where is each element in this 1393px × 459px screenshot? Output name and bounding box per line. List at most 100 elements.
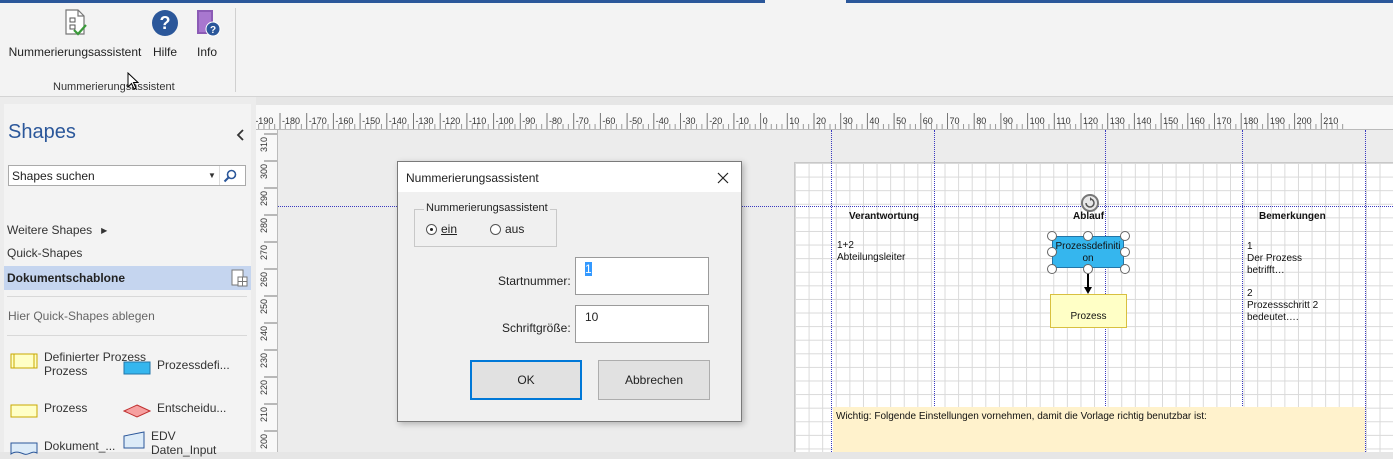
horizontal-ruler-scale: -190 -180 -170 -160 -150 -140 -130 -120 -110 -100…	[256, 113, 1344, 129]
divider	[7, 296, 247, 297]
ruler-label: -190	[256, 116, 273, 126]
ruler-label: 180	[1243, 116, 1258, 126]
search-icon[interactable]	[219, 166, 239, 185]
font-size-input[interactable]: 10	[575, 305, 709, 343]
ruler-label: 240	[259, 326, 269, 341]
ribbon-accent-bar	[0, 0, 765, 3]
shapes-search-input[interactable]	[9, 168, 205, 183]
start-number-input[interactable]: 1	[575, 257, 709, 295]
ruler-label: 140	[1136, 116, 1151, 126]
radio-circle-selected[interactable]	[426, 223, 437, 235]
ruler-label: -120	[442, 116, 460, 126]
quick-shapes-item[interactable]: Quick-Shapes	[7, 246, 82, 260]
radio-aus[interactable]: aus	[490, 222, 524, 236]
shapes-search[interactable]: ▼	[8, 165, 246, 186]
ruler-label: 210	[1323, 116, 1338, 126]
guide-line-vertical[interactable]	[1242, 130, 1243, 452]
numbering-wizard-dialog: Nummerierungsassistent Nummerierungsassi…	[397, 161, 742, 422]
selection-handle[interactable]	[1047, 231, 1057, 241]
dropdown-arrow-icon[interactable]: ▼	[205, 171, 219, 180]
stencil-label: Dokument_...	[44, 439, 116, 453]
data-input-shape-icon	[123, 431, 145, 449]
collapse-pane-button[interactable]	[236, 129, 246, 144]
ruler-label: -140	[389, 116, 407, 126]
responsibility-text[interactable]: 1+2 Abteilungsleiter	[837, 240, 905, 264]
remark-text-2[interactable]: 2 Prozessschritt 2 bedeutet….	[1247, 288, 1318, 324]
svg-text:?: ?	[210, 25, 216, 36]
shapes-pane-body: Shapes ▼ Weitere Shapes ▶ Quick-Shapes D…	[4, 104, 251, 457]
ruler-label: -20	[709, 116, 722, 126]
ruler-label: 200	[259, 434, 269, 449]
selection-handle[interactable]	[1120, 231, 1130, 241]
remark-text-1[interactable]: 1 Der Prozess betrifft…	[1247, 241, 1302, 277]
help-icon: ?	[150, 8, 180, 41]
selection-handle[interactable]	[1047, 264, 1057, 274]
ok-button[interactable]: OK	[470, 360, 582, 400]
ruler-label: 190	[1270, 116, 1285, 126]
shape-prozess[interactable]: Prozess	[1050, 294, 1127, 328]
stencil-prozess[interactable]: Prozess	[10, 401, 87, 418]
text-line: 2	[1247, 288, 1253, 299]
guide-line-vertical[interactable]	[934, 130, 935, 452]
info-book-icon: ?	[192, 8, 222, 41]
guide-line-vertical[interactable]	[831, 130, 832, 452]
stencil-dokument[interactable]: Dokument_...	[10, 439, 115, 456]
selection-handle[interactable]	[1120, 247, 1130, 257]
stencil-label: EDV Daten_Input	[151, 429, 217, 457]
rotation-handle[interactable]	[1081, 194, 1099, 212]
horizontal-ruler[interactable]: -190 -180 -170 -160 -150 -140 -130 -120 -110 -100…	[256, 105, 1393, 130]
dialog-title: Nummerierungsassistent	[406, 171, 539, 185]
stencil-entscheidung[interactable]: Entscheidu...	[122, 401, 227, 418]
ruler-label: -110	[469, 116, 486, 126]
column-header-verantwortung[interactable]: Verantwortung	[849, 211, 919, 222]
more-shapes-menu[interactable]: Weitere Shapes ▶	[7, 223, 107, 237]
dialog-titlebar[interactable]: Nummerierungsassistent	[398, 162, 741, 192]
guide-line-vertical[interactable]	[1105, 130, 1106, 452]
ruler-label: 270	[259, 245, 269, 260]
selection-handle[interactable]	[1083, 264, 1093, 274]
ruler-label: -50	[629, 116, 642, 126]
ruler-label: -70	[576, 116, 589, 126]
help-label: Hilfe	[152, 45, 177, 59]
ruler-label: 80	[976, 116, 986, 126]
selection-handle[interactable]	[1083, 231, 1093, 241]
ruler-label: 280	[259, 218, 269, 233]
chevron-left-icon	[236, 129, 244, 141]
ruler-label: 90	[1003, 116, 1013, 126]
radio-ein[interactable]: ein	[426, 222, 457, 236]
stencil-edv-daten-input[interactable]: EDV Daten_Input	[123, 429, 216, 457]
quick-shapes-drop-hint: Hier Quick-Shapes ablegen	[8, 309, 155, 323]
info-button[interactable]: ? Info	[190, 8, 224, 64]
selection-handle[interactable]	[1120, 264, 1130, 274]
column-header-ablauf[interactable]: Ablauf	[1073, 211, 1104, 222]
start-number-value: 1	[585, 262, 592, 276]
numbering-wizard-button[interactable]: Nummerierungsassistent	[8, 8, 142, 64]
ruler-label: 250	[259, 299, 269, 314]
vertical-ruler[interactable]: 310 300 290 280 270 260 250 240 230 220 210 200	[256, 130, 278, 452]
selection-handle[interactable]	[1047, 247, 1057, 257]
radio-label: aus	[505, 222, 525, 236]
ruler-label: -60	[602, 116, 615, 126]
cancel-button[interactable]: Abbrechen	[598, 360, 710, 400]
ruler-label: 220	[259, 380, 269, 395]
dialog-close-button[interactable]	[710, 167, 736, 189]
ruler-label: -160	[335, 116, 353, 126]
stencil-prozessdefinition[interactable]: Prozessdefi...	[123, 358, 230, 375]
ruler-label: -10	[736, 116, 749, 126]
chevron-right-icon: ▶	[101, 225, 108, 235]
help-button[interactable]: ? Hilfe	[148, 8, 182, 64]
stencil-item-dokumentschablone[interactable]: Dokumentschablone	[4, 266, 251, 290]
radio-circle[interactable]	[490, 223, 501, 235]
ruler-label: 160	[1190, 116, 1205, 126]
instructions-note[interactable]: Wichtig: Folgende Einstellungen vornehme…	[833, 407, 1365, 452]
column-header-bemerkungen[interactable]: Bemerkungen	[1259, 211, 1326, 222]
close-icon	[717, 172, 729, 184]
text-line: Abteilungsleiter	[837, 252, 906, 263]
ruler-label: 170	[1217, 116, 1232, 126]
guide-line-vertical[interactable]	[1365, 130, 1366, 452]
ruler-label: 40	[869, 116, 879, 126]
ruler-label: 0	[763, 116, 768, 126]
stencil-label: Entscheidu...	[157, 401, 227, 415]
ruler-label: 70	[950, 116, 960, 126]
shapes-title: Shapes	[8, 121, 76, 143]
